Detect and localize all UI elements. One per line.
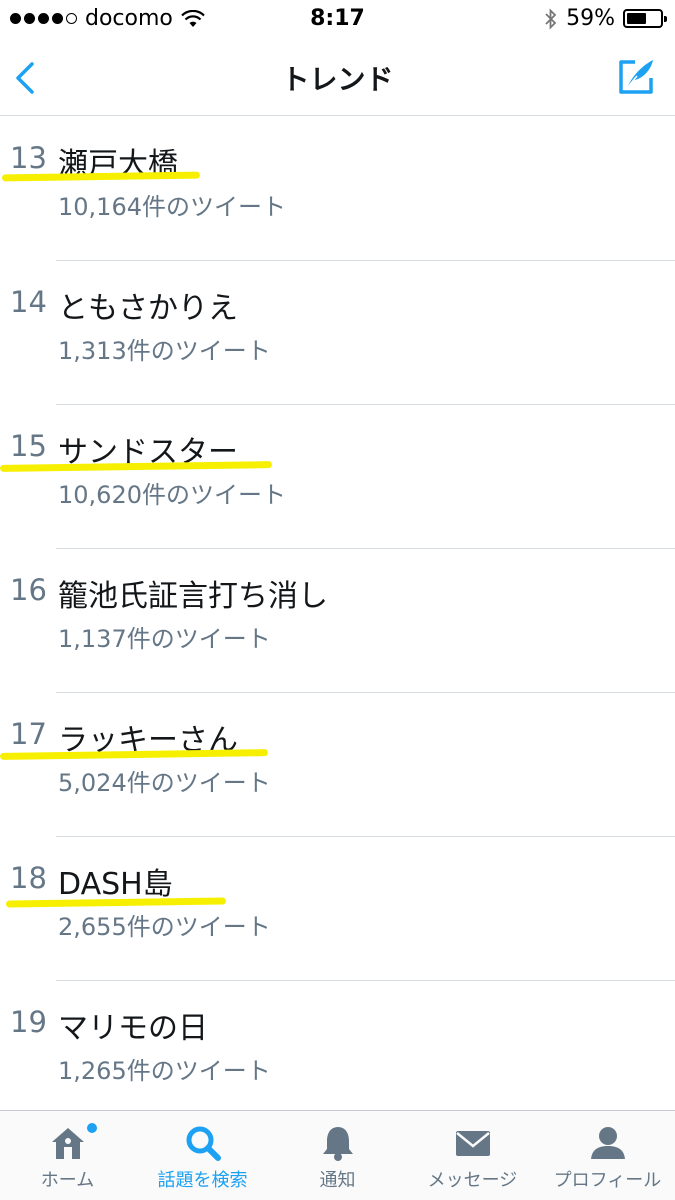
- trend-tweet-count: 5,024件のツイート: [58, 769, 271, 797]
- trend-rank: 15: [10, 429, 47, 463]
- navigation-bar: トレンド: [0, 40, 675, 116]
- trend-rank: 16: [10, 573, 47, 607]
- trend-name: DASH島: [58, 867, 173, 902]
- trend-name: マリモの日: [58, 1011, 208, 1046]
- page-title: トレンド: [281, 63, 394, 96]
- tab-messages[interactable]: メッセージ: [405, 1111, 540, 1200]
- trend-item[interactable]: 16 籠池氏証言打ち消し 1,137件のツイート: [0, 549, 675, 693]
- home-icon: [51, 1128, 84, 1159]
- trend-rank: 19: [10, 1005, 47, 1039]
- trend-tweet-count: 1,313件のツイート: [58, 337, 271, 365]
- compose-tweet-icon[interactable]: [613, 54, 659, 100]
- battery-percent: 59%: [566, 6, 615, 31]
- trend-tweet-count: 10,164件のツイート: [58, 193, 286, 221]
- trend-name: 籠池氏証言打ち消し: [58, 579, 328, 614]
- trend-tweet-count: 10,620件のツイート: [58, 481, 286, 509]
- tab-label: メッセージ: [427, 1170, 518, 1191]
- search-icon: [186, 1126, 221, 1161]
- trend-rank: 17: [10, 717, 47, 751]
- trend-item[interactable]: 18 DASH島 2,655件のツイート: [0, 837, 675, 981]
- trend-list: 13 瀬戸大橋 10,164件のツイート 14 ともさかりえ 1,313件のツイ…: [0, 117, 675, 1125]
- tab-label: 通知: [319, 1170, 356, 1191]
- trend-tweet-count: 1,265件のツイート: [58, 1057, 271, 1085]
- bluetooth-icon: [545, 7, 557, 30]
- bell-icon: [322, 1127, 353, 1161]
- tab-label: 話題を検索: [157, 1170, 248, 1191]
- tab-label: プロフィール: [553, 1170, 662, 1191]
- trend-item[interactable]: 19 マリモの日 1,265件のツイート: [0, 981, 675, 1125]
- tab-search[interactable]: 話題を検索: [135, 1111, 270, 1200]
- trend-rank: 18: [10, 861, 47, 895]
- trend-tweet-count: 1,137件のツイート: [58, 625, 271, 653]
- trend-item[interactable]: 14 ともさかりえ 1,313件のツイート: [0, 261, 675, 405]
- envelope-icon: [455, 1131, 490, 1156]
- tab-home[interactable]: ホーム: [0, 1111, 135, 1200]
- status-bar: docomo 8:17 59%: [0, 0, 675, 40]
- tab-bar: ホーム 話題を検索 通知 メッセージ プロフィール: [0, 1110, 675, 1200]
- tab-label: ホーム: [40, 1170, 95, 1191]
- battery-icon: [623, 9, 667, 28]
- trend-tweet-count: 2,655件のツイート: [58, 913, 271, 941]
- new-content-dot: [87, 1123, 97, 1133]
- trend-rank: 14: [10, 285, 47, 319]
- trend-name: ともさかりえ: [58, 291, 238, 326]
- person-icon: [590, 1127, 625, 1159]
- tab-profile[interactable]: プロフィール: [540, 1111, 675, 1200]
- trend-rank: 13: [10, 141, 47, 175]
- tab-notifications[interactable]: 通知: [270, 1111, 405, 1200]
- trend-item[interactable]: 13 瀬戸大橋 10,164件のツイート: [0, 117, 675, 261]
- trend-item[interactable]: 15 サンドスター 10,620件のツイート: [0, 405, 675, 549]
- trend-item[interactable]: 17 ラッキーさん 5,024件のツイート: [0, 693, 675, 837]
- screen: docomo 8:17 59% トレンド 13 瀬戸大橋 10,164件のツイー…: [0, 0, 675, 1200]
